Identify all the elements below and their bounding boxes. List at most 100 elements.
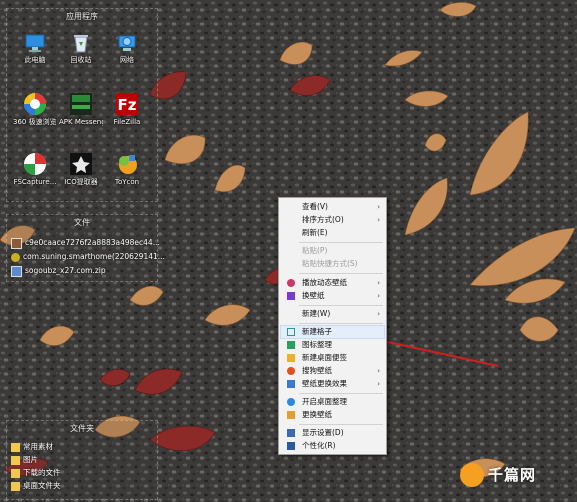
change-wallpaper-icon (287, 411, 295, 419)
folder-item[interactable]: 桌面文件夹 (11, 480, 61, 492)
desktop-icon-label: 回收站 (70, 56, 92, 64)
menu-item-wallpaper-effect[interactable]: 壁纸更换效果 › (281, 378, 384, 390)
menu-item-sogou-wallpaper[interactable]: 搜狗壁纸 › (281, 365, 384, 377)
menu-separator (299, 305, 383, 306)
desktop-icon-recycle-bin[interactable]: 回收站 (59, 31, 103, 65)
file-name: c9e0caace7276f2a8883a498ec44... (25, 238, 160, 247)
menu-item-icon-organize[interactable]: 图标整理 (281, 339, 384, 351)
desktop-icon-filezilla[interactable]: Fz FileZilla (105, 91, 149, 127)
submenu-arrow-icon: › (377, 203, 380, 211)
folders-group-title: 文件夹 (70, 424, 94, 433)
ico-extractor-icon (70, 153, 92, 175)
svg-text:Fz: Fz (118, 96, 137, 114)
submenu-arrow-icon: › (377, 367, 380, 375)
toycon-icon (119, 155, 137, 174)
menu-item-refresh[interactable]: 刷新(E) (281, 227, 384, 239)
submenu-arrow-icon: › (377, 380, 380, 388)
menu-item-label: 查看(V) (302, 202, 328, 211)
file-name: sogoubz_x27.com.zip (25, 266, 106, 275)
desktop-icon-label: FileZilla (113, 118, 141, 126)
menu-separator (299, 424, 383, 425)
menu-item-label: 图标整理 (302, 340, 332, 349)
menu-item-label: 搜狗壁纸 (302, 366, 332, 375)
menu-item-label: 新建格子 (302, 327, 332, 336)
network-icon (118, 35, 136, 51)
folder-name: 下载的文件 (23, 468, 61, 477)
folders-group[interactable]: 文件夹 常用素材 图片 下载的文件 桌面文件夹 (6, 420, 158, 500)
menu-item-label: 新建(W) (302, 309, 331, 318)
desktop-icon-this-pc[interactable]: 此电脑 (13, 31, 57, 65)
fscapture-icon (24, 153, 46, 175)
menu-item-label: 粘贴(P) (302, 246, 328, 255)
menu-item-display-settings[interactable]: 显示设置(D) (281, 427, 384, 439)
folder-name: 常用素材 (23, 442, 53, 451)
menu-separator (299, 242, 383, 243)
menu-item-label: 播放动态壁纸 (302, 278, 347, 287)
watermark-logo-icon (460, 463, 484, 487)
recycle-bin-icon (74, 35, 88, 53)
app-file-icon (11, 252, 20, 262)
menu-item-desktop-organize[interactable]: 开启桌面整理 (281, 396, 384, 408)
zip-file-icon (11, 265, 22, 277)
file-item[interactable]: com.suning.smarthome(220629141... (11, 251, 165, 263)
folder-item[interactable]: 下载的文件 (11, 467, 61, 479)
menu-item-personalize[interactable]: 个性化(R) (281, 440, 384, 452)
menu-item-label: 更换壁纸 (302, 410, 332, 419)
desktop-icon-toycon[interactable]: ToYcon (105, 151, 149, 187)
folder-item[interactable]: 图片 (11, 454, 38, 466)
menu-item-label: 开启桌面整理 (302, 397, 347, 406)
menu-item-label: 换壁纸 (302, 291, 325, 300)
menu-item-label: 显示设置(D) (302, 428, 344, 437)
menu-item-play-dynamic-wallpaper[interactable]: 播放动态壁纸 › (281, 277, 384, 289)
menu-item-new-sticky-note[interactable]: 新建桌面便签 (281, 352, 384, 364)
menu-item-change-wallpaper[interactable]: 换壁纸 › (281, 290, 384, 302)
desktop-icon-apk-messenger[interactable]: APK Messenger (59, 91, 103, 127)
desktop-icon-label: 网络 (120, 56, 134, 64)
sogou-wallpaper-icon (287, 367, 295, 375)
display-settings-icon (287, 429, 295, 437)
new-grid-icon (287, 328, 295, 336)
desktop-icon-fscapture[interactable]: FSCapture... (13, 151, 57, 187)
menu-item-new-grid[interactable]: 新建格子 (280, 325, 385, 339)
file-item[interactable]: sogoubz_x27.com.zip (11, 265, 106, 277)
browser-360-icon (24, 93, 46, 115)
desktop-icon-360-browser[interactable]: 360 极速浏览器X (13, 91, 57, 127)
dynamic-wallpaper-icon (287, 279, 295, 287)
folder-name: 桌面文件夹 (23, 481, 61, 490)
menu-item-label: 粘贴快捷方式(S) (302, 259, 358, 268)
desktop-icon-label: ICO提取器 (64, 178, 98, 186)
menu-item-label: 刷新(E) (302, 228, 328, 237)
menu-item-new[interactable]: 新建(W) › (281, 308, 384, 320)
desktop-icon-label: APK Messenger (59, 118, 103, 126)
file-item[interactable]: c9e0caace7276f2a8883a498ec44... (11, 237, 160, 249)
desktop-icon-label: 此电脑 (24, 56, 46, 64)
desktop-icon-network[interactable]: 网络 (105, 31, 149, 65)
desktop[interactable]: 应用程序 此电脑 回收站 网络 360 极速浏览 APK Messen Fz F… (0, 0, 577, 502)
files-group-title: 文件 (74, 218, 90, 227)
icon-organize-icon (287, 341, 295, 349)
wallpaper-effect-icon (287, 380, 295, 388)
filezilla-icon: Fz (116, 93, 138, 115)
image-file-icon (11, 237, 22, 249)
menu-separator (299, 273, 383, 274)
folder-icon (11, 455, 20, 465)
menu-item-paste[interactable]: 粘贴(P) (281, 245, 384, 257)
folder-icon (11, 442, 20, 452)
menu-item-view[interactable]: 查看(V) › (281, 201, 384, 213)
files-group[interactable]: 文件 c9e0caace7276f2a8883a498ec44... com.s… (6, 214, 165, 282)
desktop-context-menu: 查看(V) › 排序方式(O) › 刷新(E) 粘贴(P) 粘贴快捷方式(S) … (278, 197, 387, 455)
watermark-text: 千篇网 (488, 466, 537, 484)
menu-item-sort-by[interactable]: 排序方式(O) › (281, 214, 384, 226)
folder-item[interactable]: 常用素材 (11, 441, 53, 453)
menu-item-label: 个性化(R) (302, 441, 336, 450)
file-name: com.suning.smarthome(220629141... (23, 252, 165, 261)
desktop-icon-ico-extractor[interactable]: ICO提取器 (59, 151, 103, 187)
wallpaper-icon (287, 292, 295, 300)
menu-item-label: 新建桌面便签 (302, 353, 347, 362)
menu-item-replace-wallpaper[interactable]: 更换壁纸 (281, 409, 384, 421)
desktop-icon-label: ToYcon (114, 178, 140, 186)
submenu-arrow-icon: › (377, 292, 380, 300)
apps-group[interactable]: 应用程序 此电脑 回收站 网络 360 极速浏览 APK Messen Fz F… (6, 8, 158, 202)
folder-icon (11, 468, 20, 478)
menu-item-paste-shortcut[interactable]: 粘贴快捷方式(S) (281, 258, 384, 270)
